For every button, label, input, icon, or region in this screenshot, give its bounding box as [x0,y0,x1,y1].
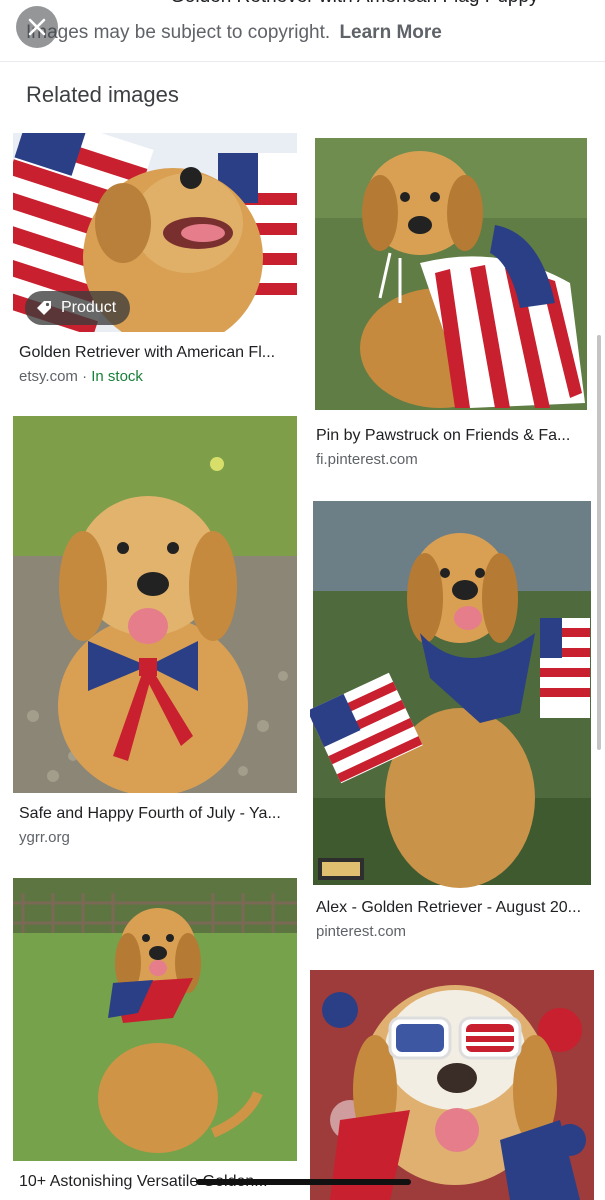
result-image[interactable] [310,498,594,888]
section-title: Related images [26,82,179,107]
result-card[interactable] [310,970,594,1200]
dog-bowtie-photo [13,416,297,793]
result-source: ygrr.org [19,829,70,846]
result-image[interactable] [310,133,594,415]
dog-sunglasses-photo [310,970,594,1200]
learn-more-link[interactable]: Learn More [339,22,441,43]
product-badge-label: Product [61,299,117,316]
result-card[interactable]: Pin by Pawstruck on Friends & Fa... fi.p… [310,133,594,473]
result-source: pinterest.com [316,923,407,940]
product-badge: Product [25,291,131,325]
close-icon [28,18,46,36]
result-source: fi.pinterest.com [316,451,418,468]
result-card[interactable]: Alex - Golden Retriever - August 20... p… [310,498,594,948]
dog-flags-photo [310,501,591,888]
top-bar: Golden Retriever with American Flag Pupp… [0,0,605,62]
result-source: etsy.com · In stock [19,368,143,385]
source-separator: · [77,368,92,385]
stock-status: In stock [91,368,143,385]
image-title-partial: Golden Retriever with American Flag Pupp… [170,0,539,8]
result-card[interactable]: Safe and Happy Fourth of July - Ya... yg… [13,416,297,856]
scrollbar[interactable] [597,335,601,750]
result-image[interactable] [310,970,594,1200]
close-button[interactable] [16,6,58,48]
copyright-text: Images may be subject to copyright. [26,22,331,43]
result-title[interactable]: Pin by Pawstruck on Friends & Fa... [316,427,570,445]
puppy-cape-photo [315,138,587,410]
result-title[interactable]: Safe and Happy Fourth of July - Ya... [19,805,281,823]
result-card[interactable]: 10+ Astonishing Versatile Golden... [13,878,297,1200]
puppy-bandana-photo [13,878,297,1161]
source-domain: etsy.com [19,368,78,385]
result-title[interactable]: Golden Retriever with American Fl... [19,344,275,362]
result-image[interactable]: Product [13,133,297,332]
result-image[interactable] [13,416,297,793]
result-image[interactable] [13,878,297,1161]
tag-icon [37,301,51,315]
result-title[interactable]: Alex - Golden Retriever - August 20... [316,899,581,917]
home-indicator[interactable] [196,1179,411,1185]
copyright-notice: Images may be subject to copyright. Lear… [26,22,442,44]
result-card[interactable]: Product Golden Retriever with American F… [13,133,297,393]
